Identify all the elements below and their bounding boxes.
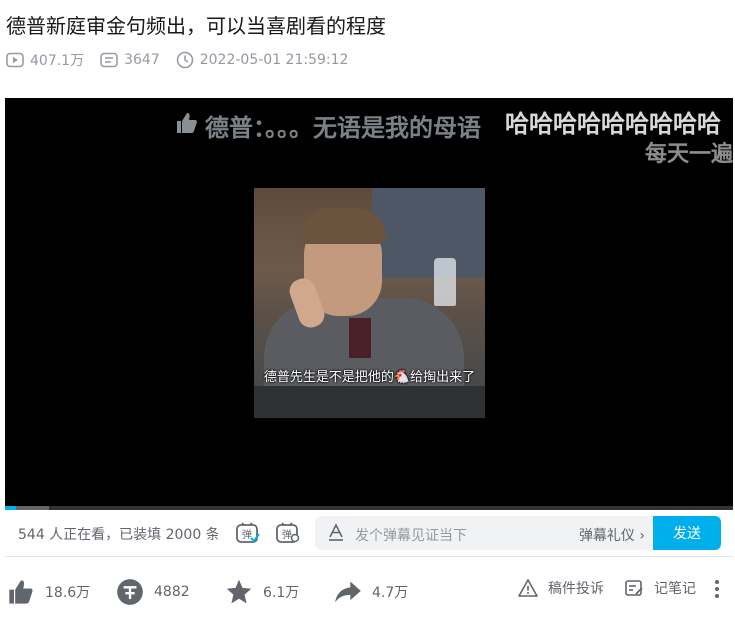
views-stat: 407.1万 <box>6 50 84 70</box>
water-bottle <box>434 258 456 306</box>
more-vertical-icon <box>715 580 719 598</box>
star-icon <box>226 579 252 604</box>
danmaku-on-icon: 弹 <box>236 522 260 543</box>
video-toolbar: 18.6万 4882 6.1万 4.7万 稿件投诉 记笔记 <box>5 570 733 614</box>
share-button[interactable]: 4.7万 <box>334 578 408 606</box>
share-count: 4.7万 <box>372 585 409 601</box>
coin-button[interactable]: 4882 <box>116 578 190 606</box>
danmaku-toggle-button[interactable]: 弹 <box>236 522 260 544</box>
video-player[interactable]: 德普：。。。无语是我的母语 哈哈哈哈哈哈哈哈哈 每天一遍 德普先生是不是把他的🐔… <box>5 98 733 510</box>
danmaku-settings-icon: 弹 <box>276 522 300 543</box>
notes-label: 记笔记 <box>654 581 696 597</box>
warning-icon <box>518 579 538 597</box>
share-arrow-icon <box>335 581 361 603</box>
report-label: 稿件投诉 <box>548 581 604 597</box>
report-button[interactable]: 稿件投诉 <box>518 578 604 598</box>
svg-text:弹: 弹 <box>242 528 252 541</box>
danmaku-input[interactable]: 发个弹幕见证当下 弹幕礼仪 › <box>315 516 655 550</box>
video-meta: 407.1万 3647 2022-05-01 21:59:12 <box>6 50 364 70</box>
danmaku-send-bar: 544 人正在看，已装填 2000 条弹幕 弹 弹 发个弹幕见证当下 弹幕礼仪 … <box>5 510 733 557</box>
danmaku-etiquette-link[interactable]: 弹幕礼仪 › <box>579 525 645 545</box>
coin-icon <box>117 579 143 605</box>
views-count: 407.1万 <box>30 53 85 69</box>
notes-button[interactable]: 记笔记 <box>624 578 696 598</box>
danmaku-item: 每天一遍 <box>645 142 733 167</box>
send-danmaku-button[interactable]: 发送 <box>653 516 721 550</box>
thumbs-up-icon <box>9 580 33 604</box>
svg-text:弹: 弹 <box>282 528 292 541</box>
video-title: 德普新庭审金句频出，可以当喜剧看的程度 <box>6 14 386 38</box>
like-count: 18.6万 <box>45 585 91 601</box>
favorite-button[interactable]: 6.1万 <box>225 578 299 606</box>
danmaku-count-icon <box>100 52 118 68</box>
danmaku-item: 德普：。。。无语是我的母语 <box>175 108 481 143</box>
favorite-count: 6.1万 <box>263 585 300 601</box>
clock-icon <box>176 51 193 69</box>
thumbs-up-icon <box>175 111 199 141</box>
danmaku-stat: 3647 <box>100 52 160 68</box>
like-button[interactable]: 18.6万 <box>7 578 90 606</box>
danmaku-settings-button[interactable]: 弹 <box>276 522 300 544</box>
notes-icon <box>625 580 643 596</box>
danmaku-item: 哈哈哈哈哈哈哈哈哈 <box>505 110 721 138</box>
danmaku-count: 3647 <box>124 52 160 68</box>
danmaku-input-placeholder: 发个弹幕见证当下 <box>355 528 467 544</box>
video-frame: 德普先生是不是把他的🐔给掏出来了 <box>254 188 485 418</box>
video-subtitle: 德普先生是不是把他的🐔给掏出来了 <box>263 370 476 385</box>
play-count-icon <box>6 52 24 68</box>
publish-time: 2022-05-01 21:59:12 <box>199 52 349 68</box>
text-style-icon[interactable] <box>327 523 345 545</box>
viewer-count: 544 人正在看，已装填 2000 条弹幕 <box>18 527 218 543</box>
publish-time-stat: 2022-05-01 21:59:12 <box>176 51 349 69</box>
more-options-button[interactable] <box>712 578 732 600</box>
coin-count: 4882 <box>154 584 190 600</box>
